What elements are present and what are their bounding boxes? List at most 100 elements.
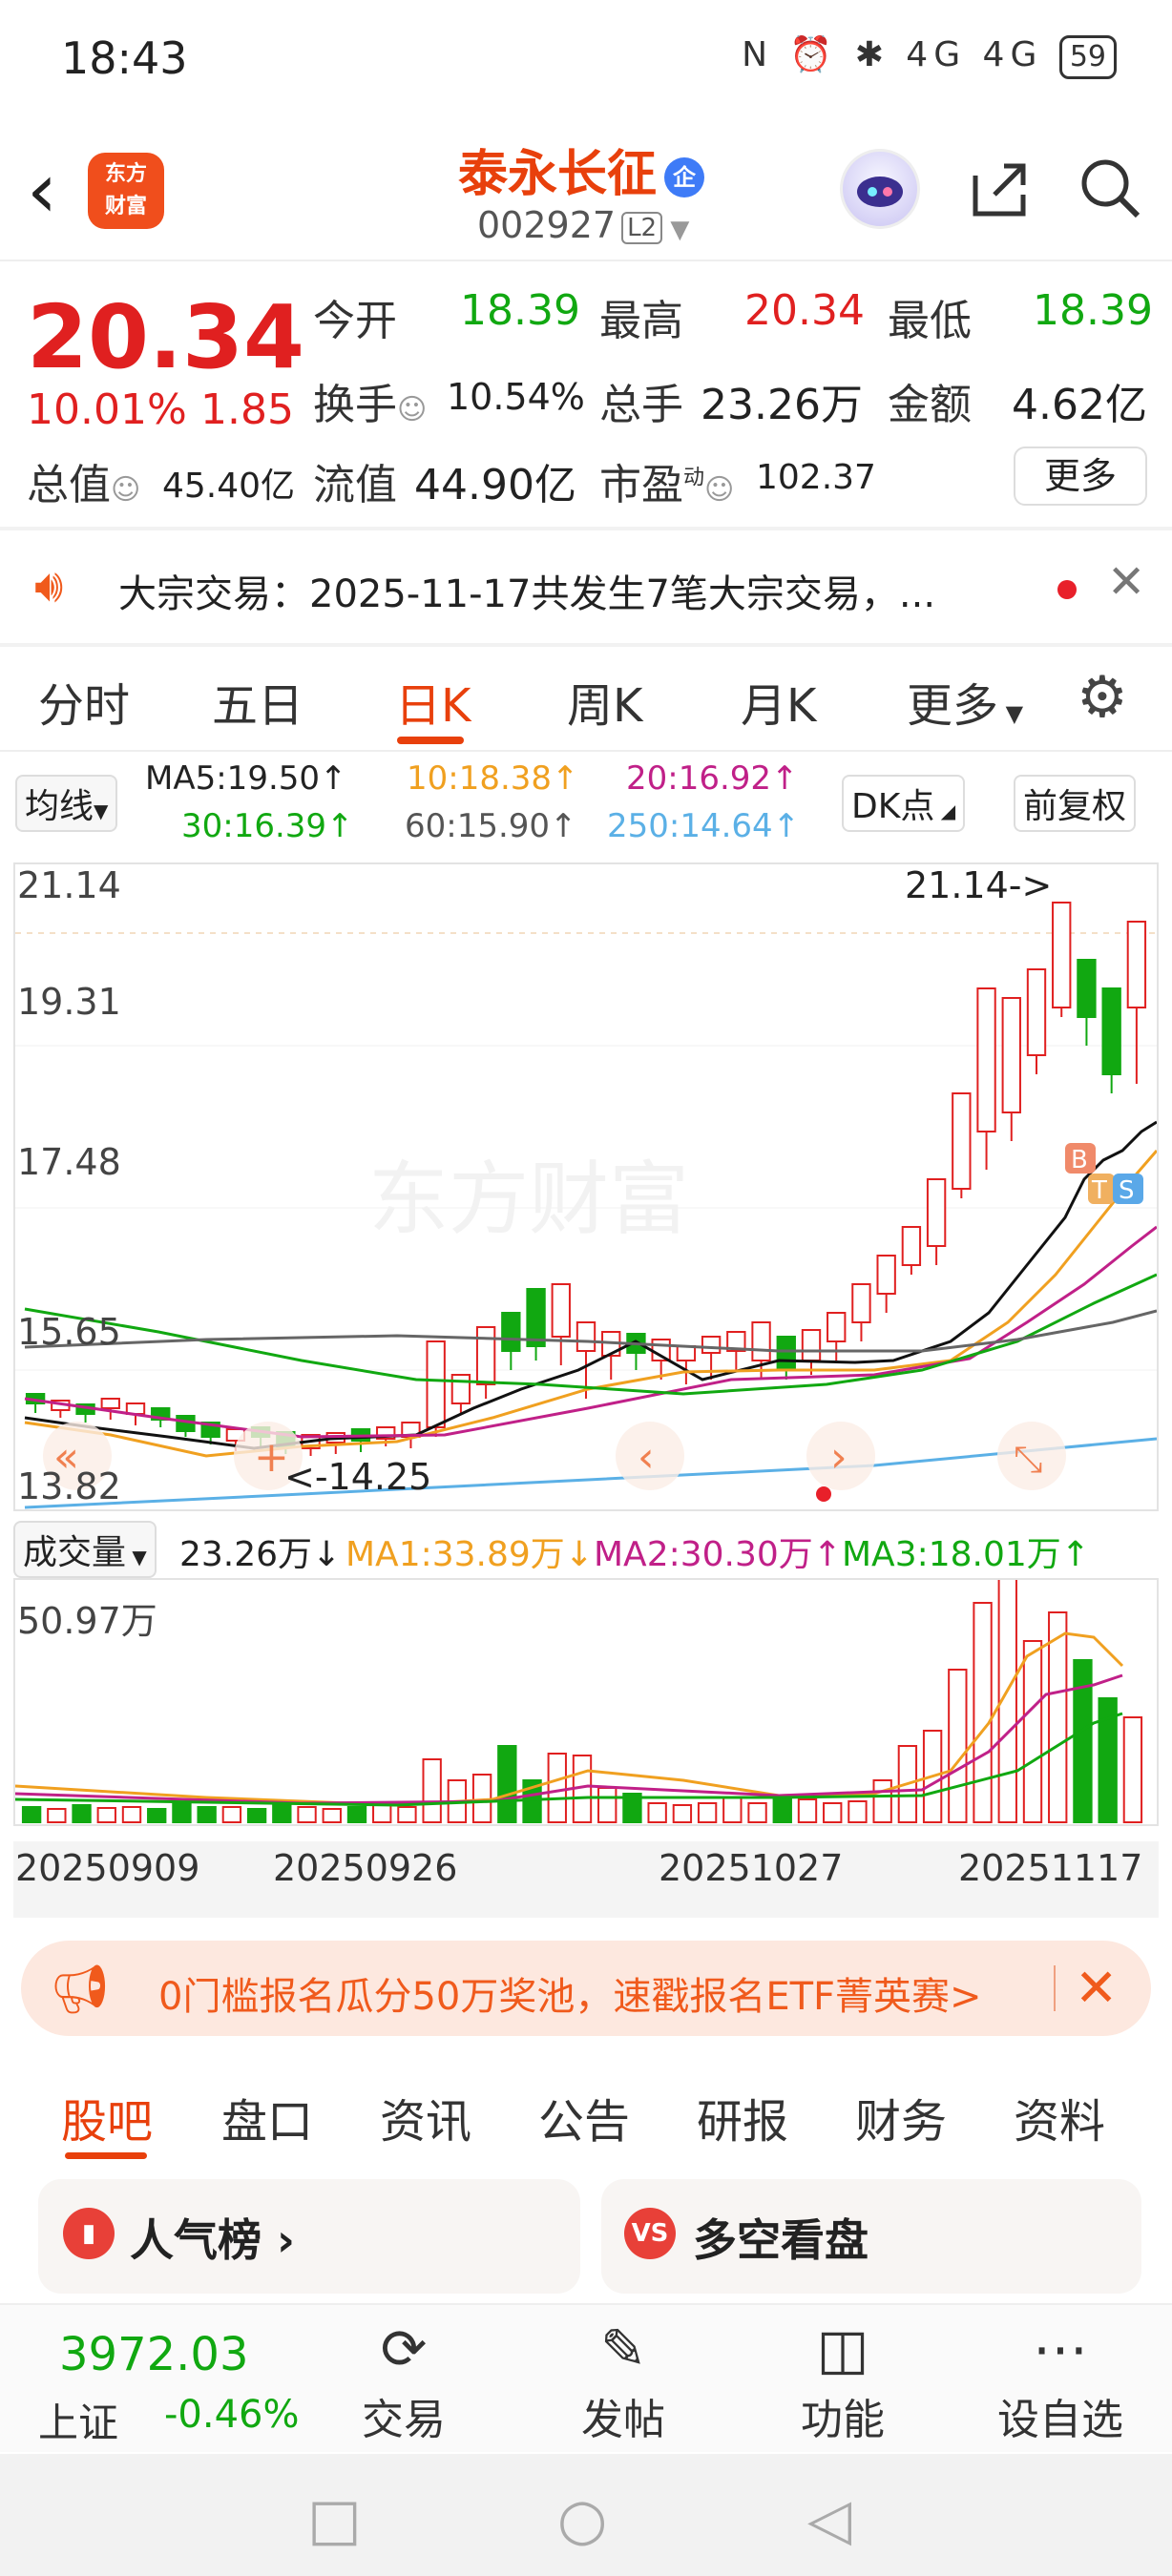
t-marker-label: T (1091, 1176, 1107, 1205)
tab-more[interactable]: 更多 ▼ (907, 668, 1023, 735)
amount-label: 金额 (888, 381, 972, 429)
promo-banner[interactable]: 📢︎ 0门槛报名瓜分50万奖池，速戳报名ETF菁英赛> ✕ (21, 1941, 1151, 2036)
pe-label[interactable]: 市盈动☺ (599, 450, 734, 511)
chevron-right-icon[interactable]: › (830, 1433, 848, 1482)
tab-five-day[interactable]: 五日 (212, 668, 303, 735)
volume-chart[interactable]: 50.97万 (13, 1577, 1159, 1826)
float-label: 流值 (313, 461, 397, 509)
ma10-label: 10:18.38↑ (407, 759, 579, 798)
expand-icon[interactable]: ⤡ (1014, 1438, 1042, 1480)
index-value[interactable]: 3972.03 (59, 2328, 249, 2381)
tab-weekly-k[interactable]: 周K (567, 668, 642, 735)
adjust-button[interactable]: 前复权 (1014, 775, 1137, 832)
back-icon[interactable]: ‹ (27, 153, 57, 229)
tab-daily-k[interactable]: 日K (395, 668, 471, 735)
volume-bar (96, 1807, 116, 1823)
dropdown-icon: ▼ (126, 1546, 147, 1568)
tab-news[interactable]: 资讯 (380, 2084, 471, 2150)
stock-name-text: 泰永长征 (458, 146, 658, 203)
card-title: 多空看盘 (693, 2214, 869, 2266)
candle-body (100, 1398, 120, 1409)
recents-icon[interactable]: □ (307, 2486, 362, 2553)
volume-bar (872, 1779, 892, 1823)
tab-announcements[interactable]: 公告 (538, 2084, 630, 2150)
candle-body (1077, 959, 1097, 1018)
info-icon: ☺ (111, 473, 141, 507)
ma20-label: 20:16.92↑ (626, 759, 799, 798)
clock: 18:43 (61, 32, 188, 84)
tab-finance[interactable]: 财务 (855, 2084, 947, 2150)
volume-bar (21, 1806, 42, 1823)
bull-bear-card[interactable]: VS 多空看盘 (601, 2179, 1141, 2294)
indicator-selector[interactable]: 均线▼ (15, 775, 118, 832)
nav-add-watchlist[interactable]: ⋯ 设自选 (989, 2318, 1132, 2446)
back-nav-icon[interactable]: ◁ (807, 2486, 851, 2553)
low-value: 18.39 (1033, 286, 1153, 335)
candle-body (751, 1321, 771, 1361)
volume-svg (14, 1577, 1143, 1823)
block-trade-notice[interactable]: 🔊︎ 大宗交易：2025-11-17共发生7笔大宗交易，... ✕ (0, 530, 1172, 643)
candle-body (475, 1326, 496, 1385)
notice-text: 大宗交易：2025-11-17共发生7笔大宗交易，... (118, 572, 936, 616)
assistant-robot-icon[interactable] (840, 149, 920, 229)
y-tick: 15.65 (17, 1311, 121, 1353)
volume-bar (72, 1804, 92, 1823)
low-annotation: <-14.25 (284, 1456, 432, 1498)
low-label: 最低 (888, 297, 972, 345)
dk-point-selector[interactable]: DK点 ◢ (842, 775, 966, 832)
mcap-label[interactable]: 总值☺ (27, 450, 140, 511)
stock-code[interactable]: 002927 L2 ▼ (477, 204, 689, 246)
banner-text: 0门槛报名瓜分50万奖池，速戳报名ETF菁英赛> (158, 1975, 982, 2019)
stock-name: 泰永长征企 (458, 134, 705, 205)
volume-bar (121, 1806, 142, 1823)
nav-functions[interactable]: ◫ 功能 (771, 2318, 914, 2446)
volume-selector[interactable]: 成交量 ▼ (13, 1521, 157, 1578)
tab-profile[interactable]: 资料 (1014, 2084, 1105, 2150)
volume-bar (722, 1797, 743, 1823)
volume-label: 总手 (599, 381, 683, 429)
candle-body (526, 1288, 546, 1347)
gear-icon[interactable]: ⚙ (1077, 664, 1128, 731)
dropdown-icon: ◢ (934, 800, 956, 822)
buy-marker-label: B (1071, 1146, 1088, 1174)
vol-ma3: MA3:18.01万↑ (842, 1535, 1090, 1574)
nav-post[interactable]: ✎ 发帖 (552, 2318, 695, 2446)
tab-intraday[interactable]: 分时 (38, 668, 130, 735)
share-icon[interactable] (966, 156, 1033, 238)
chevron-left-icon[interactable]: ‹ (638, 1433, 655, 1482)
volume-bar (973, 1602, 993, 1823)
close-icon[interactable]: ✕ (1075, 1958, 1118, 2018)
volume-bar (422, 1758, 442, 1823)
more-button[interactable]: 更多 (1014, 447, 1147, 506)
chevron-down-icon: ▼ (662, 216, 690, 244)
tab-research[interactable]: 研报 (697, 2084, 788, 2150)
popularity-card[interactable]: ▮ 人气榜 › (38, 2179, 580, 2294)
nav-trade[interactable]: ⟳ 交易 (332, 2318, 475, 2446)
candle-body (827, 1312, 847, 1342)
tab-guba[interactable]: 股吧 (61, 2084, 153, 2150)
candle-body (851, 1283, 871, 1323)
volume-bar (197, 1806, 217, 1823)
index-change: -0.46% (164, 2393, 300, 2437)
volume-bar (772, 1797, 792, 1823)
ma60-label: 60:15.90↑ (405, 807, 577, 845)
candle-body (1126, 921, 1147, 1008)
info-icon: ☺ (704, 473, 735, 507)
watermark: 东方财富 (368, 1153, 689, 1246)
tab-monthly-k[interactable]: 月K (741, 668, 816, 735)
y-tick: 19.31 (17, 981, 121, 1023)
kline-chart[interactable]: 东方财富 « + ‹ › ⤡ B T S 21.14 19.31 17.48 1… (13, 862, 1159, 1511)
close-icon[interactable]: ✕ (1107, 555, 1145, 609)
tab-pankou[interactable]: 盘口 (221, 2084, 313, 2150)
enterprise-badge: 企 (664, 157, 705, 197)
volume-bar (1022, 1640, 1043, 1823)
search-icon[interactable] (1077, 155, 1143, 236)
ma250-line (24, 1437, 1158, 1509)
date-tick: 20250926 (273, 1847, 458, 1889)
date-tick: 20251027 (659, 1847, 844, 1889)
candle-body (976, 987, 996, 1132)
turnover-label[interactable]: 换手☺ (313, 370, 427, 431)
volume-bar (672, 1804, 693, 1823)
home-icon[interactable]: ○ (557, 2486, 607, 2553)
indicator-selector-label: 均线 (25, 787, 94, 826)
